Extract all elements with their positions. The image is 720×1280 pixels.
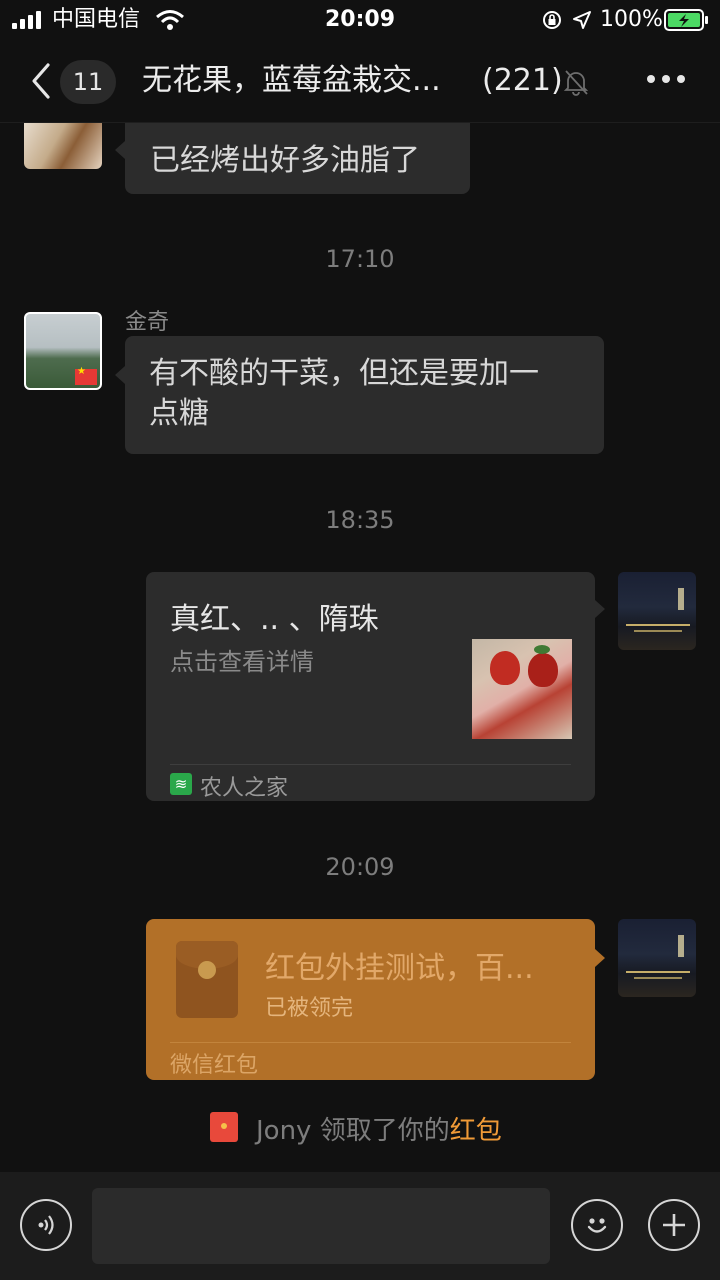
red-packet-icon [176,941,238,1018]
timestamp: 20:09 [325,853,395,881]
location-arrow-icon [573,11,591,29]
system-message-text: Jony 领取了你的 [256,1116,450,1146]
chevron-left-icon[interactable] [30,62,52,100]
sender-name: 金奇 [125,310,170,335]
link-thumbnail [472,639,572,739]
system-message: Jony 领取了你的红包 [256,1110,502,1147]
link-subtitle: 点击查看详情 [170,648,314,676]
red-packet-status: 已被领完 [265,996,354,1021]
bubble-tail [115,366,125,384]
message-text-line1: 有不酸的干菜，但还是要加一 [149,356,539,391]
battery-icon [664,9,708,31]
member-count: (221) [482,63,563,98]
avatar[interactable] [618,572,696,650]
bubble-tail [595,949,605,967]
divider [170,1042,571,1043]
bell-slash-icon [563,70,589,96]
plus-icon[interactable] [648,1199,700,1251]
more-dots-icon[interactable] [646,74,686,84]
emoji-icon[interactable] [571,1199,623,1251]
rotation-lock-icon [543,11,561,29]
bubble-tail [115,141,125,159]
message-bubble[interactable]: 已经烤出好多油脂了 [125,123,470,194]
chat-header: 11 无花果，蓝莓盆栽交... (221) [0,40,720,123]
link-card[interactable]: 真红、.. 、隋珠 点击查看详情 ≋ 农人之家 [146,572,595,801]
avatar[interactable]: ★ [24,312,102,390]
bubble-tail [595,600,605,618]
unread-count-badge[interactable]: 11 [60,60,116,104]
message-bubble[interactable]: 有不酸的干菜，但还是要加一 点糖 [125,336,604,454]
app-logo-icon: ≋ [170,773,192,795]
red-packet-footer: 微信红包 [170,1053,259,1078]
flag-icon: ★ [75,366,97,385]
status-bar: 中国电信 20:09 100% [0,0,720,40]
red-packet-title: 红包外挂测试，百... [265,951,534,986]
voice-icon[interactable] [20,1199,72,1251]
input-bar [0,1172,720,1280]
chat-title[interactable]: 无花果，蓝莓盆栽交... [142,62,442,100]
battery-percent: 100% [600,7,663,32]
message-text-line2: 点糖 [149,396,209,431]
red-packet-small-icon [210,1112,238,1142]
timestamp: 17:10 [325,245,395,273]
timestamp: 18:35 [325,506,395,534]
link-source: 农人之家 [200,776,289,801]
link-title: 真红、.. 、隋珠 [170,602,379,637]
red-packet-link[interactable]: 红包 [450,1116,502,1146]
divider [170,764,571,765]
message-input[interactable] [92,1188,550,1264]
red-packet-card[interactable]: 红包外挂测试，百... 已被领完 微信红包 [146,919,595,1080]
message-text: 已经烤出好多油脂了 [150,143,420,178]
avatar[interactable] [618,919,696,997]
avatar[interactable] [24,123,102,169]
